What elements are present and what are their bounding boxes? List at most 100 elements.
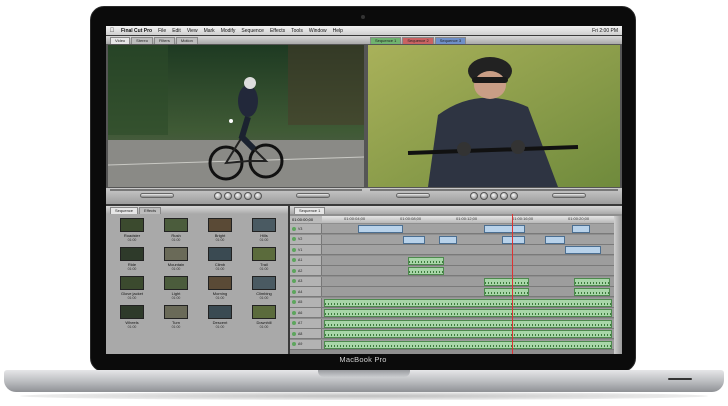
timeline-track-a2[interactable]: A2 [290,266,614,276]
canvas-rewind-button[interactable] [480,192,488,200]
video-clip[interactable] [439,235,457,244]
track-visibility-icon[interactable] [292,258,296,262]
browser-tab-sequence[interactable]: Sequence [110,207,139,214]
menu-tools[interactable]: Tools [288,28,306,34]
clip-thumbnail-image[interactable] [120,276,144,290]
menu-help[interactable]: Help [330,28,346,34]
timeline-scrollbar[interactable] [614,216,622,354]
playhead[interactable] [512,214,513,354]
audio-clip[interactable] [324,330,612,338]
canvas-video-frame[interactable] [368,45,620,187]
audio-clip[interactable] [408,267,445,275]
video-clip[interactable] [484,225,526,233]
clip-thumbnail-image[interactable] [252,247,276,261]
viewer-video-frame[interactable] [108,45,364,187]
clip-thumbnail-image[interactable] [120,247,144,261]
menu-clock[interactable]: Fri 2:00 PM [592,28,622,34]
menu-view[interactable]: View [184,28,201,34]
clip-thumbnail-image[interactable] [164,218,188,232]
browser-clip[interactable]: Morning 01:00 [200,276,240,300]
canvas-tab-sequence-2[interactable]: Sequence 2 [402,37,434,44]
browser-clip[interactable]: Wheels 01:00 [112,305,152,329]
audio-clip[interactable] [324,298,612,307]
viewer-forward-button[interactable] [244,192,252,200]
video-clip[interactable] [502,235,526,244]
canvas-scrubber[interactable] [370,189,618,191]
canvas-tab-sequence-3[interactable]: Sequence 3 [434,37,467,44]
video-clip[interactable] [545,235,565,244]
browser-clip[interactable]: Climb 01:00 [200,247,240,271]
clip-thumbnail-image[interactable] [208,247,232,261]
audio-clip[interactable] [574,288,610,296]
menu-modify[interactable]: Modify [218,28,239,34]
audio-clip[interactable] [324,340,612,349]
track-visibility-icon[interactable] [292,310,296,315]
timeline-track-a7[interactable]: A7 [290,318,614,329]
canvas-prev-button[interactable] [470,192,478,200]
viewer-tab-filters[interactable]: Filters [153,37,175,44]
audio-clip[interactable] [324,319,612,328]
viewer-tab-stereo[interactable]: Stereo [131,37,153,44]
viewer-tab-video[interactable]: Video [110,37,131,44]
track-visibility-icon[interactable] [292,300,296,304]
browser-clip[interactable]: Light 01:00 [156,276,196,300]
browser-clip[interactable]: Downhill 01:00 [244,305,284,329]
audio-clip[interactable] [408,256,445,265]
timeline-track-a5[interactable]: A5 [290,297,614,308]
viewer-next-button[interactable] [254,192,262,200]
track-visibility-icon[interactable] [292,289,296,294]
clip-thumbnail-image[interactable] [164,276,188,290]
viewer-prev-button[interactable] [214,192,222,200]
viewer-shuttle[interactable] [140,193,174,198]
canvas-jog[interactable] [552,193,586,198]
menu-window[interactable]: Window [306,28,330,34]
canvas-forward-button[interactable] [500,192,508,200]
clip-thumbnail-image[interactable] [208,276,232,290]
track-visibility-icon[interactable] [292,331,296,336]
timeline-track-a4[interactable]: A4 [290,287,614,297]
clip-thumbnail-image[interactable] [120,218,144,232]
viewer-rewind-button[interactable] [224,192,232,200]
track-visibility-icon[interactable] [292,247,296,252]
browser-clip[interactable]: Hills 01:00 [244,218,284,242]
viewer-scrubber[interactable] [110,189,362,191]
viewer-tab-motion[interactable]: Motion [175,37,198,44]
video-clip[interactable] [572,225,591,233]
clip-thumbnail-image[interactable] [208,218,232,232]
browser-clip[interactable]: Bright 01:00 [200,218,240,242]
menu-mark[interactable]: Mark [201,28,218,34]
clip-thumbnail-image[interactable] [208,305,232,319]
video-clip[interactable] [358,225,403,233]
timeline-track-v2[interactable]: V2 [290,234,614,245]
canvas-shuttle[interactable] [396,193,430,198]
track-visibility-icon[interactable] [292,226,296,231]
canvas-next-button[interactable] [510,192,518,200]
timeline-track-v1[interactable]: V1 [290,245,614,255]
video-clip[interactable] [565,246,601,254]
timeline-track-a3[interactable]: A3 [290,276,614,287]
canvas-play-button[interactable] [490,192,498,200]
browser-clip[interactable]: Roadster 01:00 [112,218,152,242]
audio-clip[interactable] [484,288,529,296]
audio-clip[interactable] [574,277,610,286]
timeline-ruler[interactable]: 01:00:04;00 01:00:08;00 01:00:12;00 01:0… [322,216,614,223]
menu-file[interactable]: File [155,28,169,34]
track-visibility-icon[interactable] [292,268,296,273]
viewer-jog[interactable] [296,193,330,198]
timeline-track-a1[interactable]: A1 [290,255,614,266]
video-clip[interactable] [403,235,425,244]
viewer-play-button[interactable] [234,192,242,200]
clip-thumbnail-image[interactable] [120,305,144,319]
track-visibility-icon[interactable] [292,342,296,346]
track-visibility-icon[interactable] [292,237,296,241]
menu-edit[interactable]: Edit [169,28,184,34]
browser-tab-effects[interactable]: Effects [139,207,162,214]
browser-clip[interactable]: Rush 01:00 [156,218,196,242]
track-visibility-icon[interactable] [292,279,296,283]
menu-app[interactable]: Final Cut Pro [118,28,155,34]
clip-thumbnail-image[interactable] [252,218,276,232]
menu-effects[interactable]: Effects [267,28,288,34]
clip-thumbnail-image[interactable] [252,276,276,290]
browser-clip[interactable]: Ride 01:00 [112,247,152,271]
browser-clip[interactable]: Trail 01:00 [244,247,284,271]
